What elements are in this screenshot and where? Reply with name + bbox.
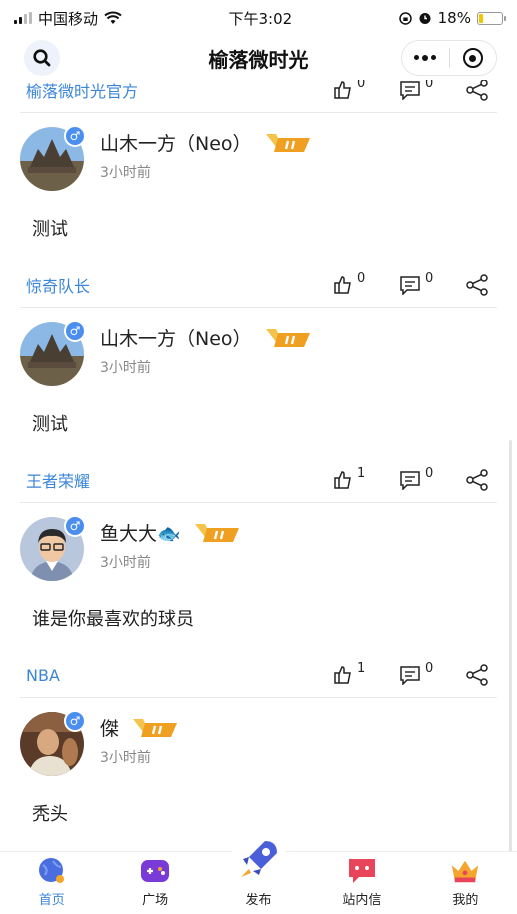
mini-program-capsule — [401, 40, 497, 76]
avatar[interactable]: ♂ — [20, 125, 86, 191]
comment-button[interactable]: 0 — [399, 661, 465, 685]
share-icon — [466, 80, 488, 101]
message-icon — [348, 859, 375, 883]
post-footer: NBA 1 0 — [0, 653, 517, 697]
carrier-label: 中国移动 — [38, 9, 99, 28]
close-mini-program-button[interactable] — [450, 41, 497, 75]
share-button[interactable] — [465, 274, 491, 296]
publish-fab[interactable] — [231, 831, 287, 887]
more-dots-icon — [414, 55, 437, 61]
thumbs-up-icon — [334, 471, 351, 489]
tab-messages[interactable]: 站内信 — [310, 852, 413, 914]
gamepad-icon — [141, 860, 170, 882]
thumbs-up-icon — [334, 81, 351, 99]
more-button[interactable] — [402, 41, 449, 75]
like-button[interactable]: 0 — [333, 80, 399, 100]
battery-percent: 18% — [437, 9, 471, 27]
search-button[interactable] — [24, 40, 60, 76]
vip-badge-icon — [133, 718, 178, 737]
share-icon — [466, 274, 488, 296]
search-icon — [33, 49, 51, 67]
post-card[interactable]: ♂ 傑 3小时前 秃头 — [0, 698, 517, 848]
share-icon — [466, 664, 488, 686]
comment-button[interactable]: 0 — [399, 466, 465, 490]
post-card[interactable]: ♂ 鱼大大🐟 3小时前 谁是你最喜欢的球员 NBA 1 0 — [0, 503, 517, 698]
like-button[interactable]: 0 — [333, 271, 399, 295]
comment-icon — [400, 81, 420, 100]
post-time: 3小时前 — [100, 360, 151, 376]
male-gender-icon: ♂ — [64, 125, 86, 147]
username[interactable]: 山木一方（Neo） — [100, 129, 252, 156]
nav-bar: 榆落微时光 — [0, 36, 517, 80]
like-button[interactable]: 1 — [333, 466, 399, 490]
comment-icon — [400, 471, 420, 490]
rocket-icon — [241, 841, 277, 877]
post-footer: 榆落微时光官方 0 0 — [0, 80, 517, 112]
share-button[interactable] — [465, 664, 491, 686]
male-gender-icon: ♂ — [64, 320, 86, 342]
share-button[interactable] — [465, 80, 491, 101]
comment-icon — [400, 276, 420, 295]
comment-button[interactable]: 0 — [399, 80, 465, 100]
vip-badge-icon — [194, 523, 239, 542]
share-button[interactable] — [465, 469, 491, 491]
target-icon — [462, 48, 483, 68]
comment-icon — [400, 666, 420, 685]
wifi-icon — [104, 11, 122, 24]
page-title: 榆落微时光 — [208, 47, 309, 72]
post-footer: 惊奇队长 0 0 — [0, 263, 517, 307]
male-gender-icon: ♂ — [64, 710, 86, 732]
scrollbar[interactable] — [509, 440, 512, 851]
avatar[interactable]: ♂ — [20, 515, 86, 581]
username[interactable]: 鱼大大🐟 — [100, 519, 181, 546]
tab-mine[interactable]: 我的 — [414, 852, 517, 914]
signal-icon — [14, 12, 32, 24]
post-card[interactable]: ♂ 山木一方（Neo） 3小时前 测试 王者荣耀 1 0 — [0, 308, 517, 503]
topic-tag[interactable]: 榆落微时光官方 — [26, 80, 138, 102]
lock-rotation-icon — [398, 11, 412, 25]
post-content: 谁是你最喜欢的球员 — [32, 609, 194, 630]
crown-icon — [452, 860, 479, 883]
post-time: 3小时前 — [100, 555, 151, 571]
topic-tag[interactable]: 惊奇队长 — [26, 273, 90, 297]
clock: 下午3:02 — [228, 9, 293, 28]
tab-home[interactable]: 首页 — [0, 852, 103, 914]
topic-tag[interactable]: 王者荣耀 — [26, 468, 90, 492]
home-globe-icon — [38, 858, 64, 883]
topic-tag[interactable]: NBA — [26, 666, 60, 685]
share-icon — [466, 469, 488, 491]
post-content: 测试 — [32, 219, 68, 240]
alarm-icon — [419, 13, 431, 24]
vip-badge-icon — [265, 328, 310, 347]
vip-badge-icon — [265, 133, 310, 152]
avatar[interactable]: ♂ — [20, 710, 86, 776]
comment-button[interactable]: 0 — [399, 271, 465, 295]
post-content: 测试 — [32, 414, 68, 435]
post-feed[interactable]: 榆落微时光官方 0 0 ♂ 山木一方（Neo） 3小时前 测试 惊奇队长 0 0… — [0, 80, 517, 851]
status-bar: 中国移动 下午3:02 18% — [0, 0, 517, 36]
thumbs-up-icon — [334, 666, 351, 684]
tab-square[interactable]: 广场 — [103, 852, 206, 914]
male-gender-icon: ♂ — [64, 515, 86, 537]
username[interactable]: 傑 — [100, 714, 119, 741]
battery-icon — [476, 11, 506, 25]
post-time: 3小时前 — [100, 750, 151, 766]
post-card[interactable]: ♂ 山木一方（Neo） 3小时前 测试 惊奇队长 0 0 — [0, 113, 517, 308]
avatar[interactable]: ♂ — [20, 320, 86, 386]
post-time: 3小时前 — [100, 165, 151, 181]
post-footer: 王者荣耀 1 0 — [0, 458, 517, 502]
thumbs-up-icon — [334, 276, 351, 294]
username[interactable]: 山木一方（Neo） — [100, 324, 252, 351]
like-button[interactable]: 1 — [333, 661, 399, 685]
